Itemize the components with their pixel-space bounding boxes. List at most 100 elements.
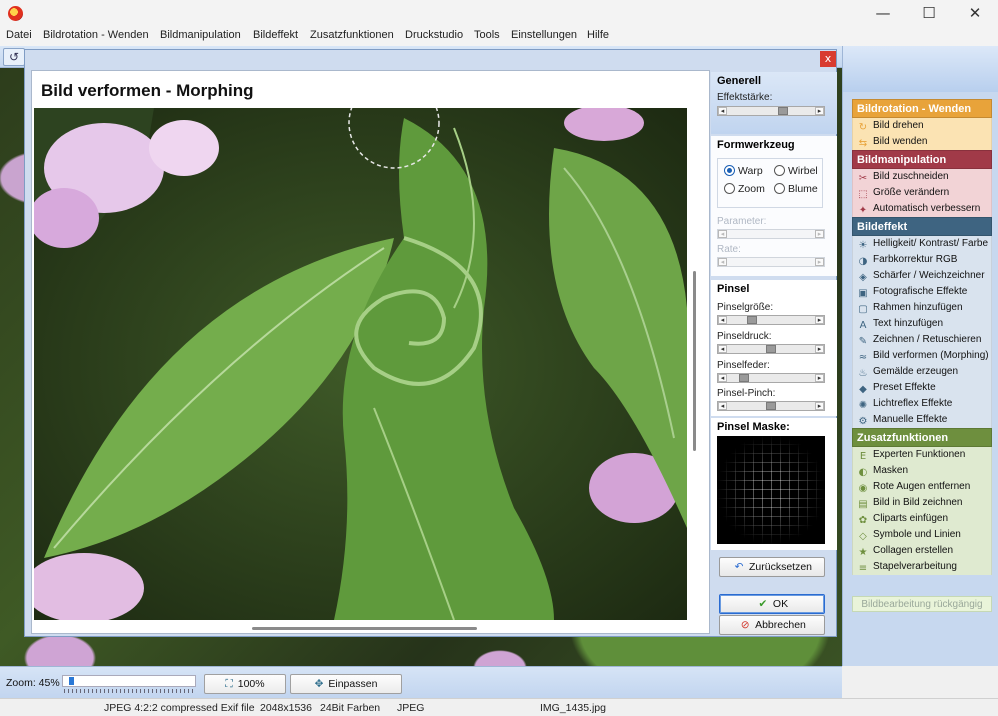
- menu-hilfe[interactable]: Hilfe: [587, 29, 609, 41]
- fit-button[interactable]: ✥ Einpassen: [290, 674, 402, 694]
- rotate-tool-icon[interactable]: ↺: [3, 48, 25, 66]
- slider-right-arrow-icon[interactable]: ▸: [815, 402, 824, 410]
- sidebar-item-label: Symbole und Linien: [873, 529, 961, 540]
- sidebar-item-label: Masken: [873, 465, 909, 476]
- sidebar-group-header[interactable]: Bildeffekt: [852, 217, 992, 236]
- flip-icon: ⇆: [858, 138, 868, 149]
- slider-thumb[interactable]: [778, 107, 788, 115]
- slider-right-arrow-icon[interactable]: ▸: [815, 374, 824, 382]
- slider-thumb[interactable]: [739, 374, 749, 382]
- morph-canvas[interactable]: [34, 108, 687, 620]
- sidebar-item-label: Cliparts einfügen: [873, 513, 949, 524]
- menu-bildmanipulation[interactable]: Bildmanipulation: [160, 29, 241, 41]
- sidebar-group-header[interactable]: Zusatzfunktionen: [852, 428, 992, 447]
- radio-warp[interactable]: Warp: [724, 165, 763, 177]
- zoom-slider[interactable]: [62, 675, 196, 687]
- sidebar-item[interactable]: ↻ Bild drehen: [852, 118, 992, 134]
- radio-wirbel[interactable]: Wirbel: [774, 165, 818, 177]
- slider-left-arrow-icon: ◂: [718, 230, 727, 238]
- sidebar-item[interactable]: E Experten Funktionen: [852, 447, 992, 463]
- menu-bildeffekt[interactable]: Bildeffekt: [253, 29, 298, 41]
- frame-icon: ▢: [858, 304, 868, 315]
- sidebar-item[interactable]: ▢ Rahmen hinzufügen: [852, 300, 992, 316]
- slider-left-arrow-icon[interactable]: ◂: [718, 402, 727, 410]
- undo-button[interactable]: Bildbearbeitung rückgängig: [852, 596, 992, 612]
- ok-button[interactable]: ✔ OK: [719, 594, 825, 614]
- preset-icon: ◆: [859, 384, 867, 395]
- horizontal-scrollbar[interactable]: [252, 627, 477, 630]
- pinselgroesse-slider[interactable]: ◂ ▸: [717, 315, 825, 325]
- sidebar-item[interactable]: ◉ Rote Augen entfernen: [852, 479, 992, 495]
- status-bar: JPEG 4:2:2 compressed Exif file 2048x153…: [0, 698, 998, 716]
- radio-dot-icon: [774, 165, 785, 176]
- dialog-close-button[interactable]: x: [820, 51, 836, 67]
- menu-druckstudio[interactable]: Druckstudio: [405, 29, 463, 41]
- sidebar-header: [843, 46, 998, 92]
- actual-size-icon: ⛶: [225, 678, 233, 690]
- vertical-scrollbar[interactable]: [693, 271, 696, 451]
- sidebar-item[interactable]: ★ Collagen erstellen: [852, 543, 992, 559]
- slider-right-arrow-icon[interactable]: ▸: [815, 345, 824, 353]
- sidebar-item[interactable]: ◆ Preset Effekte: [852, 380, 992, 396]
- maximize-button[interactable]: ☐: [906, 0, 952, 28]
- slider-left-arrow-icon[interactable]: ◂: [718, 316, 727, 324]
- sidebar-item[interactable]: ☀ Helligkeit/ Kontrast/ Farbe: [852, 236, 992, 252]
- reset-button[interactable]: ↶ Zurücksetzen: [719, 557, 825, 577]
- sidebar-item[interactable]: ≈ Bild verformen (Morphing): [852, 348, 992, 364]
- sidebar-item[interactable]: ◈ Schärfer / Weichzeichner: [852, 268, 992, 284]
- sidebar-item[interactable]: ⚙ Manuelle Effekte: [852, 412, 992, 428]
- slider-thumb[interactable]: [766, 345, 776, 353]
- sidebar-item[interactable]: ⇆ Bild wenden: [852, 134, 992, 150]
- sidebar-item-label: Zeichnen / Retuschieren: [873, 334, 982, 345]
- sidebar-item[interactable]: ✦ Automatisch verbessern: [852, 201, 992, 217]
- brush-mask-preview: [717, 436, 825, 544]
- pinsel-pinch-slider[interactable]: ◂ ▸: [717, 401, 825, 411]
- sidebar-item-label: Bild in Bild zeichnen: [873, 497, 963, 508]
- slider-left-arrow-icon[interactable]: ◂: [718, 374, 727, 382]
- zoom-100-button[interactable]: ⛶ 100%: [204, 674, 286, 694]
- shape-tool-options: Warp Wirbel Zoom Blume: [717, 158, 823, 208]
- sidebar-item[interactable]: ◐ Masken: [852, 463, 992, 479]
- sidebar-item[interactable]: ⬚ Größe verändern: [852, 185, 992, 201]
- sidebar-group-header[interactable]: Bildmanipulation: [852, 150, 992, 169]
- radio-blume[interactable]: Blume: [774, 183, 818, 195]
- slider-right-arrow-icon[interactable]: ▸: [815, 316, 824, 324]
- cancel-button[interactable]: ⊘ Abbrechen: [719, 615, 825, 635]
- sidebar-item-label: Helligkeit/ Kontrast/ Farbe: [873, 238, 989, 249]
- slider-right-arrow-icon[interactable]: ▸: [815, 107, 824, 115]
- sidebar-item[interactable]: ▣ Fotografische Effekte: [852, 284, 992, 300]
- sidebar-item[interactable]: A Text hinzufügen: [852, 316, 992, 332]
- sidebar-item[interactable]: ✂ Bild zuschneiden: [852, 169, 992, 185]
- slider-left-arrow-icon[interactable]: ◂: [718, 107, 727, 115]
- sidebar-item[interactable]: ✎ Zeichnen / Retuschieren: [852, 332, 992, 348]
- menu-bildrotation[interactable]: Bildrotation - Wenden: [43, 29, 149, 41]
- effektstaerke-slider[interactable]: ◂ ▸: [717, 106, 825, 116]
- close-window-button[interactable]: ✕: [952, 0, 998, 28]
- slider-left-arrow-icon[interactable]: ◂: [718, 345, 727, 353]
- radio-zoom[interactable]: Zoom: [724, 183, 765, 195]
- status-type: JPEG: [397, 702, 425, 714]
- menu-zusatzfunktionen[interactable]: Zusatzfunktionen: [310, 29, 394, 41]
- sidebar-item-label: Bild drehen: [873, 120, 924, 131]
- sidebar-item[interactable]: ✿ Cliparts einfügen: [852, 511, 992, 527]
- sidebar-item[interactable]: ♨ Gemälde erzeugen: [852, 364, 992, 380]
- slider-thumb[interactable]: [747, 316, 757, 324]
- sidebar-item-label: Gemälde erzeugen: [873, 366, 959, 377]
- minimize-button[interactable]: —: [860, 0, 906, 28]
- morph-preview-image: [34, 108, 687, 620]
- menu-tools[interactable]: Tools: [474, 29, 500, 41]
- pinseldruck-slider[interactable]: ◂ ▸: [717, 344, 825, 354]
- pinselfeder-slider[interactable]: ◂ ▸: [717, 373, 825, 383]
- slider-thumb[interactable]: [766, 402, 776, 410]
- sidebar-item[interactable]: ▤ Bild in Bild zeichnen: [852, 495, 992, 511]
- menu-datei[interactable]: Datei: [6, 29, 32, 41]
- sidebar-item[interactable]: ≡ Stapelverarbeitung: [852, 559, 992, 575]
- sidebar-item-label: Schärfer / Weichzeichner: [873, 270, 985, 281]
- title-bar: — ☐ ✕: [0, 0, 998, 28]
- sidebar-item[interactable]: ◇ Symbole und Linien: [852, 527, 992, 543]
- zoom-slider-thumb[interactable]: [69, 677, 74, 685]
- sidebar-item[interactable]: ✺ Lichtreflex Effekte: [852, 396, 992, 412]
- sidebar-group-header[interactable]: Bildrotation - Wenden: [852, 99, 992, 118]
- sidebar-item[interactable]: ◑ Farbkorrektur RGB: [852, 252, 992, 268]
- menu-einstellungen[interactable]: Einstellungen: [511, 29, 577, 41]
